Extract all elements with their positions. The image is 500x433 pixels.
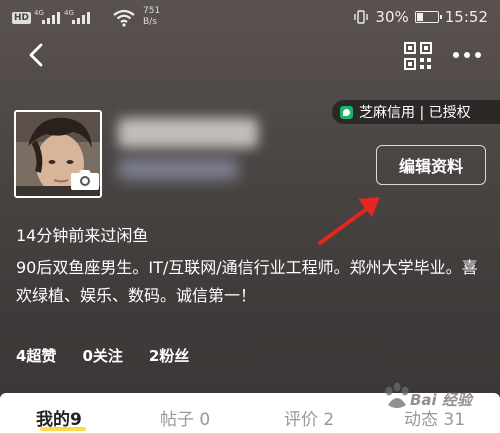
hd-badge: HD xyxy=(12,12,32,24)
active-tab-indicator xyxy=(40,427,86,431)
qr-code-icon[interactable] xyxy=(404,42,432,70)
paw-icon xyxy=(385,382,409,408)
zhima-logo-icon xyxy=(340,105,353,119)
edit-profile-button[interactable]: 编辑资料 xyxy=(376,145,486,185)
last-visit-text: 14分钟前来过闲鱼 xyxy=(16,226,149,245)
tab-reviews[interactable]: 评价 2 xyxy=(284,405,334,430)
more-options-icon[interactable] xyxy=(450,46,484,64)
tab-posts[interactable]: 帖子 0 xyxy=(160,405,210,430)
battery-percent: 30% xyxy=(375,8,409,26)
network-speed: 751 B/s xyxy=(143,6,161,27)
red-arrow-annotation xyxy=(318,197,380,245)
stat-following[interactable]: 0关注 xyxy=(82,345,122,366)
camera-icon[interactable] xyxy=(70,166,100,192)
back-icon[interactable] xyxy=(22,40,52,70)
status-bar: HD 4G 4G 751 B/s 30% 15:52 xyxy=(0,0,500,38)
battery-icon xyxy=(414,11,442,23)
zhima-credit-badge[interactable]: 芝麻信用 | 已授权 xyxy=(332,100,500,124)
clock: 15:52 xyxy=(444,8,488,26)
stat-likes[interactable]: 4超赞 xyxy=(16,345,56,366)
user-tag-blurred xyxy=(118,158,238,180)
stat-followers[interactable]: 2粉丝 xyxy=(149,345,189,366)
bio-text: 90后双鱼座男生。IT/互联网/通信行业工程师。郑州大学毕业。喜欢绿植、娱乐、数… xyxy=(16,258,478,305)
signal-icon-2 xyxy=(72,12,90,24)
watermark-text: Bai 经验 xyxy=(410,391,472,409)
status-right: 30% 15:52 xyxy=(353,8,488,26)
wifi-icon xyxy=(113,9,135,27)
baidu-watermark: Bai 经验 xyxy=(380,375,490,420)
signal-icon xyxy=(42,12,60,24)
username-blurred xyxy=(118,118,258,148)
zhima-credit-label: 芝麻信用 | 已授权 xyxy=(359,105,471,121)
stats-row: 4超赞 0关注 2粉丝 xyxy=(16,345,189,366)
vibrate-icon xyxy=(354,10,369,24)
